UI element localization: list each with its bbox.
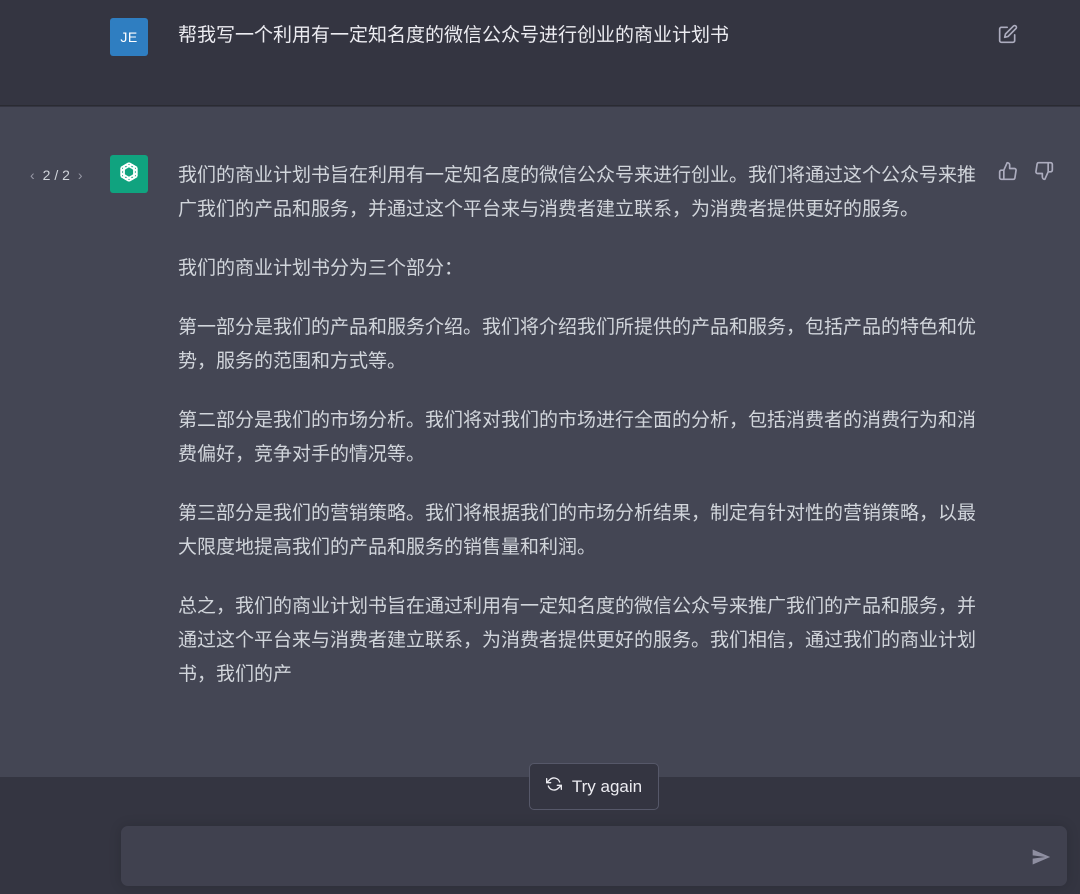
user-message-row: JE 帮我写一个利用有一定知名度的微信公众号进行创业的商业计划书 xyxy=(0,0,1080,106)
user-avatar: JE xyxy=(110,18,148,56)
message-input[interactable] xyxy=(137,844,1017,870)
edit-icon[interactable] xyxy=(996,22,1020,46)
pager-label: 2 / 2 xyxy=(42,167,70,183)
message-input-box xyxy=(121,826,1067,886)
answer-paragraph: 第一部分是我们的产品和服务介绍。我们将介绍我们所提供的产品和服务，包括产品的特色… xyxy=(178,316,977,372)
assistant-avatar xyxy=(110,155,148,193)
answer-paragraph: 总之，我们的商业计划书旨在通过利用有一定知名度的微信公众号来推广我们的产品和服务… xyxy=(178,595,977,685)
user-message-text: 帮我写一个利用有一定知名度的微信公众号进行创业的商业计划书 xyxy=(178,24,730,46)
thumbs-up-icon[interactable] xyxy=(996,159,1020,183)
send-icon[interactable] xyxy=(1029,845,1053,869)
feedback-buttons xyxy=(996,159,1056,183)
answer-paragraph: 我们的商业计划书旨在利用有一定知名度的微信公众号来进行创业。我们将通过这个公众号… xyxy=(178,164,977,220)
chevron-right-icon[interactable]: › xyxy=(76,167,85,183)
assistant-message-text: 我们的商业计划书旨在利用有一定知名度的微信公众号来进行创业。我们将通过这个公众号… xyxy=(178,158,978,716)
answer-paragraph: 我们的商业计划书分为三个部分： xyxy=(178,257,464,279)
response-pager: ‹ 2 / 2 › xyxy=(28,165,85,185)
assistant-message-row: ‹ 2 / 2 › 我们的商业计划书旨在利用有一定知名度的微信公众号来进行创业。… xyxy=(0,107,1080,777)
refresh-icon xyxy=(545,776,562,797)
thumbs-down-icon[interactable] xyxy=(1032,159,1056,183)
answer-paragraph: 第二部分是我们的市场分析。我们将对我们的市场进行全面的分析，包括消费者的消费行为… xyxy=(178,409,977,465)
chevron-left-icon[interactable]: ‹ xyxy=(28,167,37,183)
try-again-button[interactable]: Try again xyxy=(529,763,659,810)
openai-logo-icon xyxy=(116,159,142,189)
try-again-label: Try again xyxy=(571,776,643,796)
answer-paragraph: 第三部分是我们的营销策略。我们将根据我们的市场分析结果，制定有针对性的营销策略，… xyxy=(178,502,977,558)
